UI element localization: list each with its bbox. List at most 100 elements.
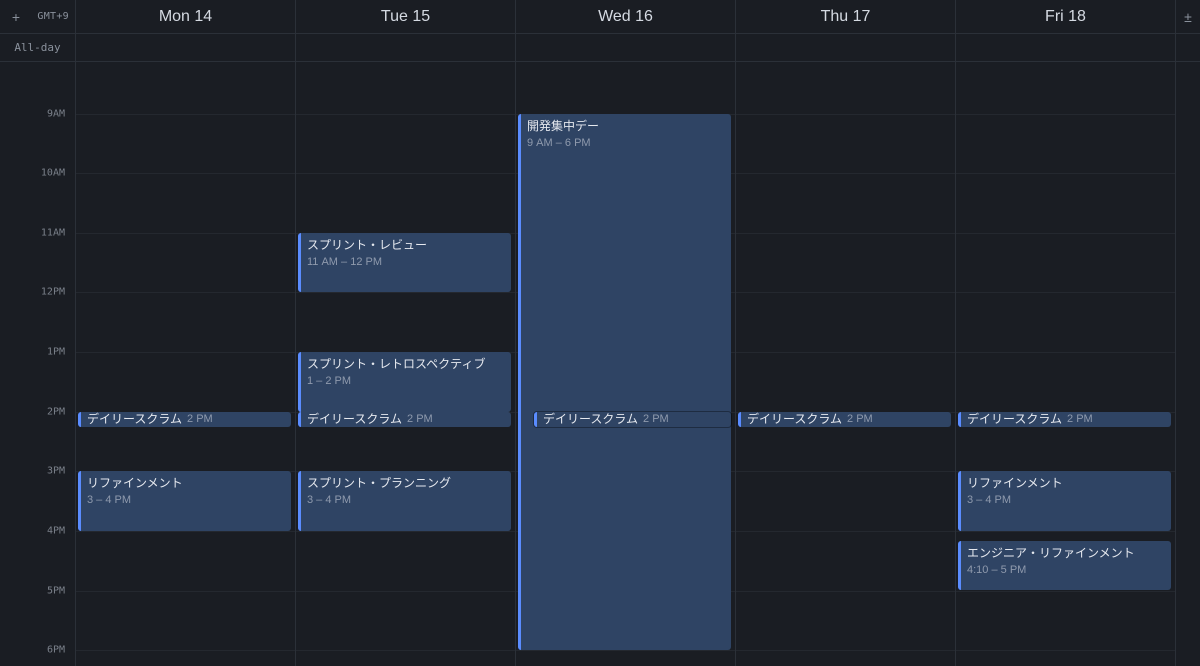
- event-time: 2 PM: [643, 412, 669, 427]
- event-time: 2 PM: [407, 412, 433, 427]
- hour-line: [296, 173, 515, 174]
- calendar-event[interactable]: 開発集中デー9 AM – 6 PM: [518, 114, 731, 650]
- allday-cell-wed[interactable]: [516, 34, 736, 61]
- hour-line: [296, 591, 515, 592]
- event-title: デイリースクラム: [747, 412, 842, 427]
- hour-line: [956, 591, 1175, 592]
- hour-line: [736, 292, 955, 293]
- day-header-thu[interactable]: Thu 17: [736, 0, 956, 33]
- hour-line: [736, 233, 955, 234]
- day-column-tue[interactable]: スプリント・レビュー 11 AM – 12 PM スプリント・レトロスペクティブ 1 …: [296, 62, 516, 666]
- calendar-event[interactable]: デイリースクラム 2 PM: [738, 412, 951, 427]
- expand-icon[interactable]: ±: [1176, 0, 1200, 33]
- day-column-mon[interactable]: デイリースクラム 2 PM リファインメント 3 – 4 PM: [76, 62, 296, 666]
- day-column-wed[interactable]: 開発集中デー9 AM – 6 PMデイリースクラム 2 PM: [516, 62, 736, 666]
- hour-line: [736, 591, 955, 592]
- event-title: エンジニア・リファインメント: [967, 546, 1135, 560]
- calendar-week-view: + GMT+9 Mon 14 Tue 15 Wed 16 Thu 17 Fri …: [0, 0, 1200, 666]
- hour-line: [76, 352, 295, 353]
- day-header-tue[interactable]: Tue 15: [296, 0, 516, 33]
- hour-line: [76, 173, 295, 174]
- calendar-body: 9AM10AM11AM12PM1PM2PM3PM4PM5PM6PM デイリースク…: [0, 62, 1200, 666]
- hour-line: [296, 292, 515, 293]
- hour-label: 6PM: [47, 645, 65, 656]
- calendar-event[interactable]: デイリースクラム 2 PM: [298, 412, 511, 427]
- hour-line: [296, 531, 515, 532]
- time-gutter: 9AM10AM11AM12PM1PM2PM3PM4PM5PM6PM: [0, 62, 76, 666]
- hour-line: [76, 114, 295, 115]
- allday-cell-thu[interactable]: [736, 34, 956, 61]
- add-event-icon[interactable]: +: [8, 9, 24, 25]
- event-title: デイリースクラム: [307, 412, 402, 427]
- hour-label: 5PM: [47, 585, 65, 596]
- event-title: リファインメント: [967, 476, 1063, 490]
- hour-line: [736, 173, 955, 174]
- event-time: 1 – 2 PM: [307, 375, 351, 387]
- event-time: 2 PM: [1067, 412, 1093, 427]
- timezone-label: GMT+9: [37, 11, 69, 22]
- event-title: デイリースクラム: [967, 412, 1062, 427]
- calendar-event[interactable]: デイリースクラム 2 PM: [534, 412, 731, 427]
- hour-label: 10AM: [41, 168, 65, 179]
- hour-label: 9AM: [47, 108, 65, 119]
- calendar-header: + GMT+9 Mon 14 Tue 15 Wed 16 Thu 17 Fri …: [0, 0, 1200, 34]
- calendar-event[interactable]: スプリント・プランニング 3 – 4 PM: [298, 471, 511, 531]
- day-column-thu[interactable]: デイリースクラム 2 PM: [736, 62, 956, 666]
- calendar-event[interactable]: エンジニア・リファインメント 4:10 – 5 PM: [958, 541, 1171, 591]
- allday-cell-mon[interactable]: [76, 34, 296, 61]
- event-time: 3 – 4 PM: [307, 494, 351, 506]
- calendar-event[interactable]: リファインメント 3 – 4 PM: [78, 471, 291, 531]
- event-time: 2 PM: [847, 412, 873, 427]
- hour-label: 11AM: [41, 227, 65, 238]
- allday-label: All-day: [0, 34, 76, 61]
- calendar-event[interactable]: スプリント・レビュー 11 AM – 12 PM: [298, 233, 511, 293]
- hour-line: [736, 114, 955, 115]
- hour-line: [76, 531, 295, 532]
- calendar-event[interactable]: リファインメント 3 – 4 PM: [958, 471, 1171, 531]
- event-time: 3 – 4 PM: [87, 494, 131, 506]
- day-header-wed[interactable]: Wed 16: [516, 0, 736, 33]
- header-gutter: + GMT+9: [0, 0, 76, 33]
- event-title: スプリント・レビュー: [307, 238, 427, 252]
- event-title: デイリースクラム: [87, 412, 182, 427]
- event-time: 11 AM – 12 PM: [307, 256, 382, 268]
- hour-line: [956, 292, 1175, 293]
- allday-cell-tue[interactable]: [296, 34, 516, 61]
- hour-line: [956, 173, 1175, 174]
- event-title: リファインメント: [87, 476, 183, 490]
- day-header-mon[interactable]: Mon 14: [76, 0, 296, 33]
- hour-label: 3PM: [47, 466, 65, 477]
- hour-line: [76, 233, 295, 234]
- hour-line: [736, 531, 955, 532]
- hour-line: [956, 233, 1175, 234]
- event-time: 2 PM: [187, 412, 213, 427]
- hour-line: [736, 471, 955, 472]
- hour-line: [76, 650, 295, 651]
- hour-label: 12PM: [41, 287, 65, 298]
- day-header-fri[interactable]: Fri 18: [956, 0, 1176, 33]
- event-time: 3 – 4 PM: [967, 494, 1011, 506]
- hour-line: [296, 114, 515, 115]
- event-title: スプリント・レトロスペクティブ: [307, 357, 485, 371]
- hour-line: [296, 650, 515, 651]
- calendar-event[interactable]: デイリースクラム 2 PM: [78, 412, 291, 427]
- hour-line: [516, 650, 735, 651]
- day-column-fri[interactable]: デイリースクラム 2 PM リファインメント 3 – 4 PM エンジニア・リファインメ…: [956, 62, 1176, 666]
- hour-line: [736, 650, 955, 651]
- allday-cell-fri[interactable]: [956, 34, 1176, 61]
- hour-line: [76, 292, 295, 293]
- event-title: デイリースクラム: [543, 412, 638, 427]
- event-time: 4:10 – 5 PM: [967, 564, 1026, 576]
- hour-label: 2PM: [47, 406, 65, 417]
- event-title: スプリント・プランニング: [307, 476, 451, 490]
- hour-line: [76, 591, 295, 592]
- hour-label: 1PM: [47, 347, 65, 358]
- hour-line: [956, 531, 1175, 532]
- hour-line: [956, 352, 1175, 353]
- hour-line: [736, 352, 955, 353]
- calendar-event[interactable]: スプリント・レトロスペクティブ 1 – 2 PM: [298, 352, 511, 412]
- calendar-event[interactable]: デイリースクラム 2 PM: [958, 412, 1171, 427]
- hour-line: [956, 650, 1175, 651]
- event-time: 9 AM – 6 PM: [527, 137, 591, 149]
- allday-row: All-day: [0, 34, 1200, 62]
